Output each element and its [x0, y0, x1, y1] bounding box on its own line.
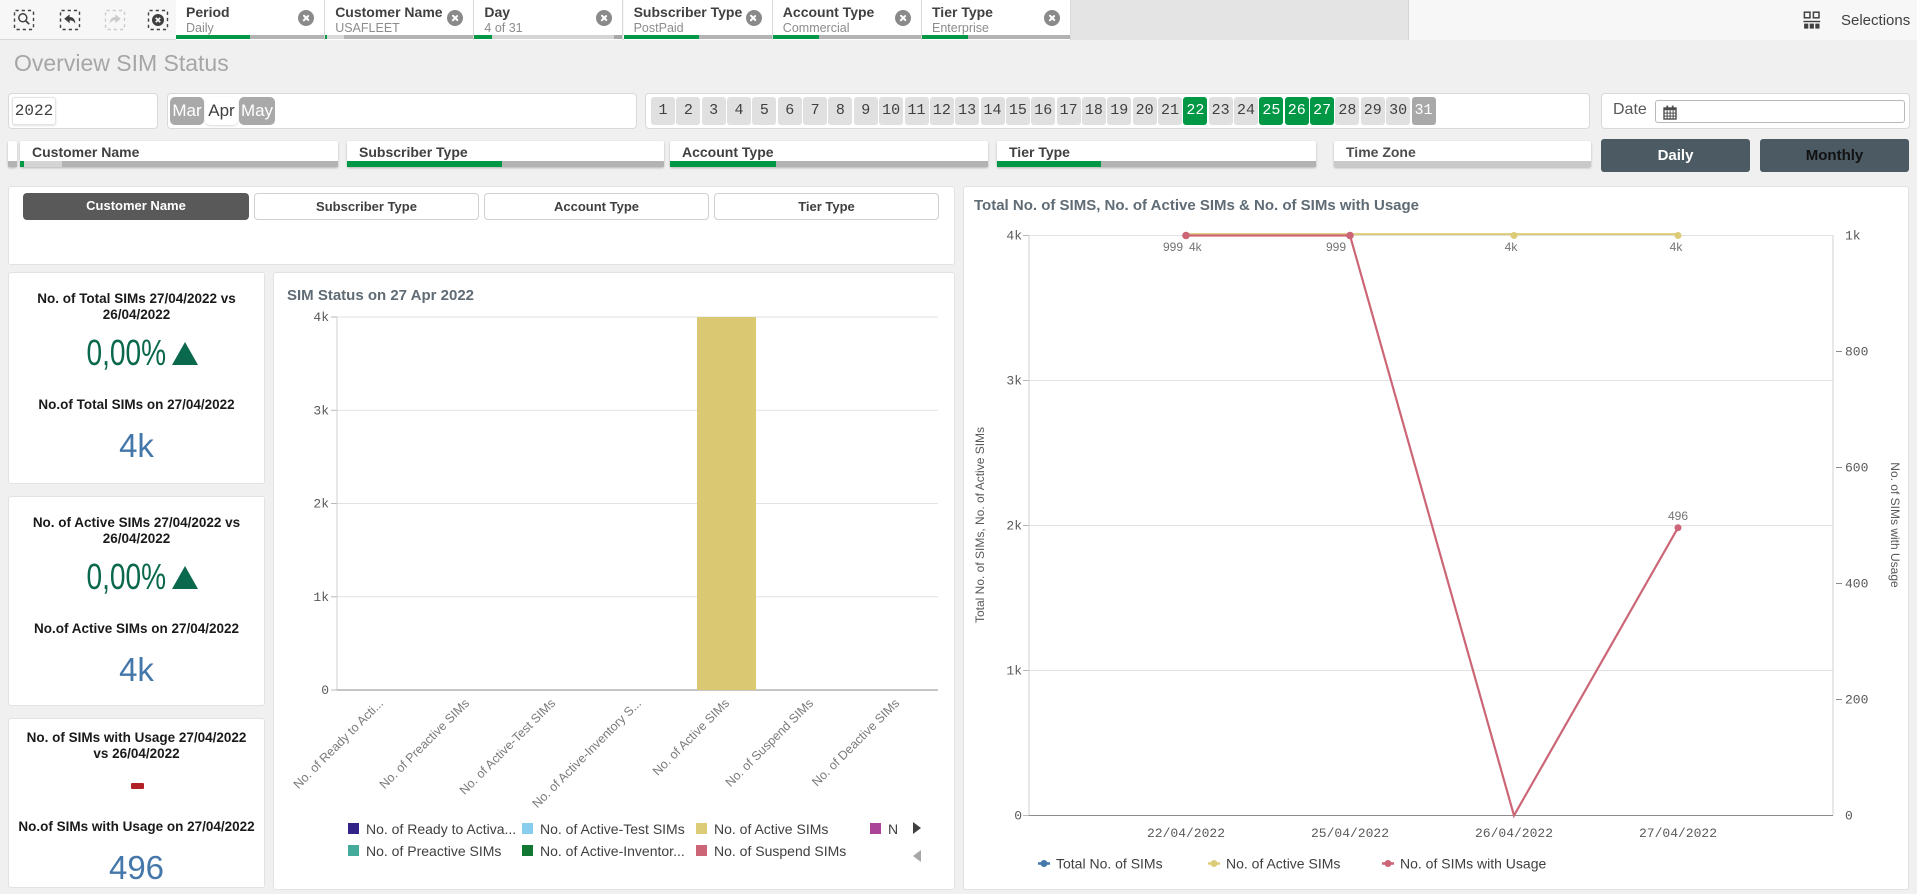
svg-text:No. of Suspend SIMs: No. of Suspend SIMs: [714, 843, 846, 859]
svg-text:No. of Active-Test SIMs: No. of Active-Test SIMs: [540, 821, 685, 837]
svg-text:4k: 4k: [1189, 240, 1203, 254]
svg-text:No. of Active SIMs: No. of Active SIMs: [714, 821, 828, 837]
svg-text:Total No. of SIMs: Total No. of SIMs: [1056, 856, 1163, 872]
svg-text:No. of SIMs with Usage: No. of SIMs with Usage: [1400, 856, 1546, 872]
svg-text:1k: 1k: [313, 590, 329, 605]
svg-text:999: 999: [1163, 240, 1183, 254]
svg-text:3k: 3k: [1006, 374, 1022, 389]
svg-text:4k: 4k: [1006, 229, 1022, 244]
svg-text:2k: 2k: [1006, 519, 1022, 534]
svg-text:26/04/2022: 26/04/2022: [1475, 826, 1553, 841]
svg-text:2k: 2k: [313, 497, 329, 512]
svg-text:1k: 1k: [1845, 229, 1861, 244]
svg-text:No. of Suspend SIMs: No. of Suspend SIMs: [723, 696, 816, 789]
svg-text:4k: 4k: [1505, 240, 1519, 254]
svg-text:200: 200: [1845, 693, 1868, 708]
svg-text:400: 400: [1845, 577, 1868, 592]
svg-text:25/04/2022: 25/04/2022: [1311, 826, 1389, 841]
svg-text:No. of Active SIMs: No. of Active SIMs: [650, 696, 732, 778]
svg-text:No. of SIMs with Usage: No. of SIMs with Usage: [1888, 462, 1902, 588]
svg-text:800: 800: [1845, 345, 1868, 360]
svg-text:4k: 4k: [313, 310, 329, 325]
svg-text:No. of Preactive SIMs: No. of Preactive SIMs: [377, 696, 472, 791]
svg-text:N: N: [888, 821, 898, 837]
svg-text:4k: 4k: [1670, 240, 1684, 254]
svg-text:No. of Ready to Acti...: No. of Ready to Acti...: [291, 696, 386, 791]
svg-text:22/04/2022: 22/04/2022: [1147, 826, 1225, 841]
svg-text:0: 0: [1845, 809, 1853, 824]
svg-text:0: 0: [1014, 809, 1022, 824]
svg-text:999: 999: [1326, 240, 1346, 254]
svg-text:1k: 1k: [1006, 664, 1022, 679]
svg-text:3k: 3k: [313, 403, 329, 418]
svg-text:No. of Ready to Activa...: No. of Ready to Activa...: [366, 821, 516, 837]
svg-text:No. of Active-Inventor...: No. of Active-Inventor...: [540, 843, 685, 859]
svg-text:No. of Active SIMs: No. of Active SIMs: [1226, 856, 1340, 872]
svg-text:No. of Deactive SIMs: No. of Deactive SIMs: [809, 696, 902, 789]
svg-text:No. of Active-Test SIMs: No. of Active-Test SIMs: [457, 696, 558, 797]
svg-text:0: 0: [321, 683, 329, 698]
svg-text:496: 496: [1668, 509, 1688, 523]
svg-text:No. of Preactive SIMs: No. of Preactive SIMs: [366, 843, 501, 859]
svg-text:Total No. of SIMs, No. of Acti: Total No. of SIMs, No. of Active SIMs: [973, 427, 987, 623]
svg-text:600: 600: [1845, 461, 1868, 476]
svg-text:27/04/2022: 27/04/2022: [1639, 826, 1717, 841]
